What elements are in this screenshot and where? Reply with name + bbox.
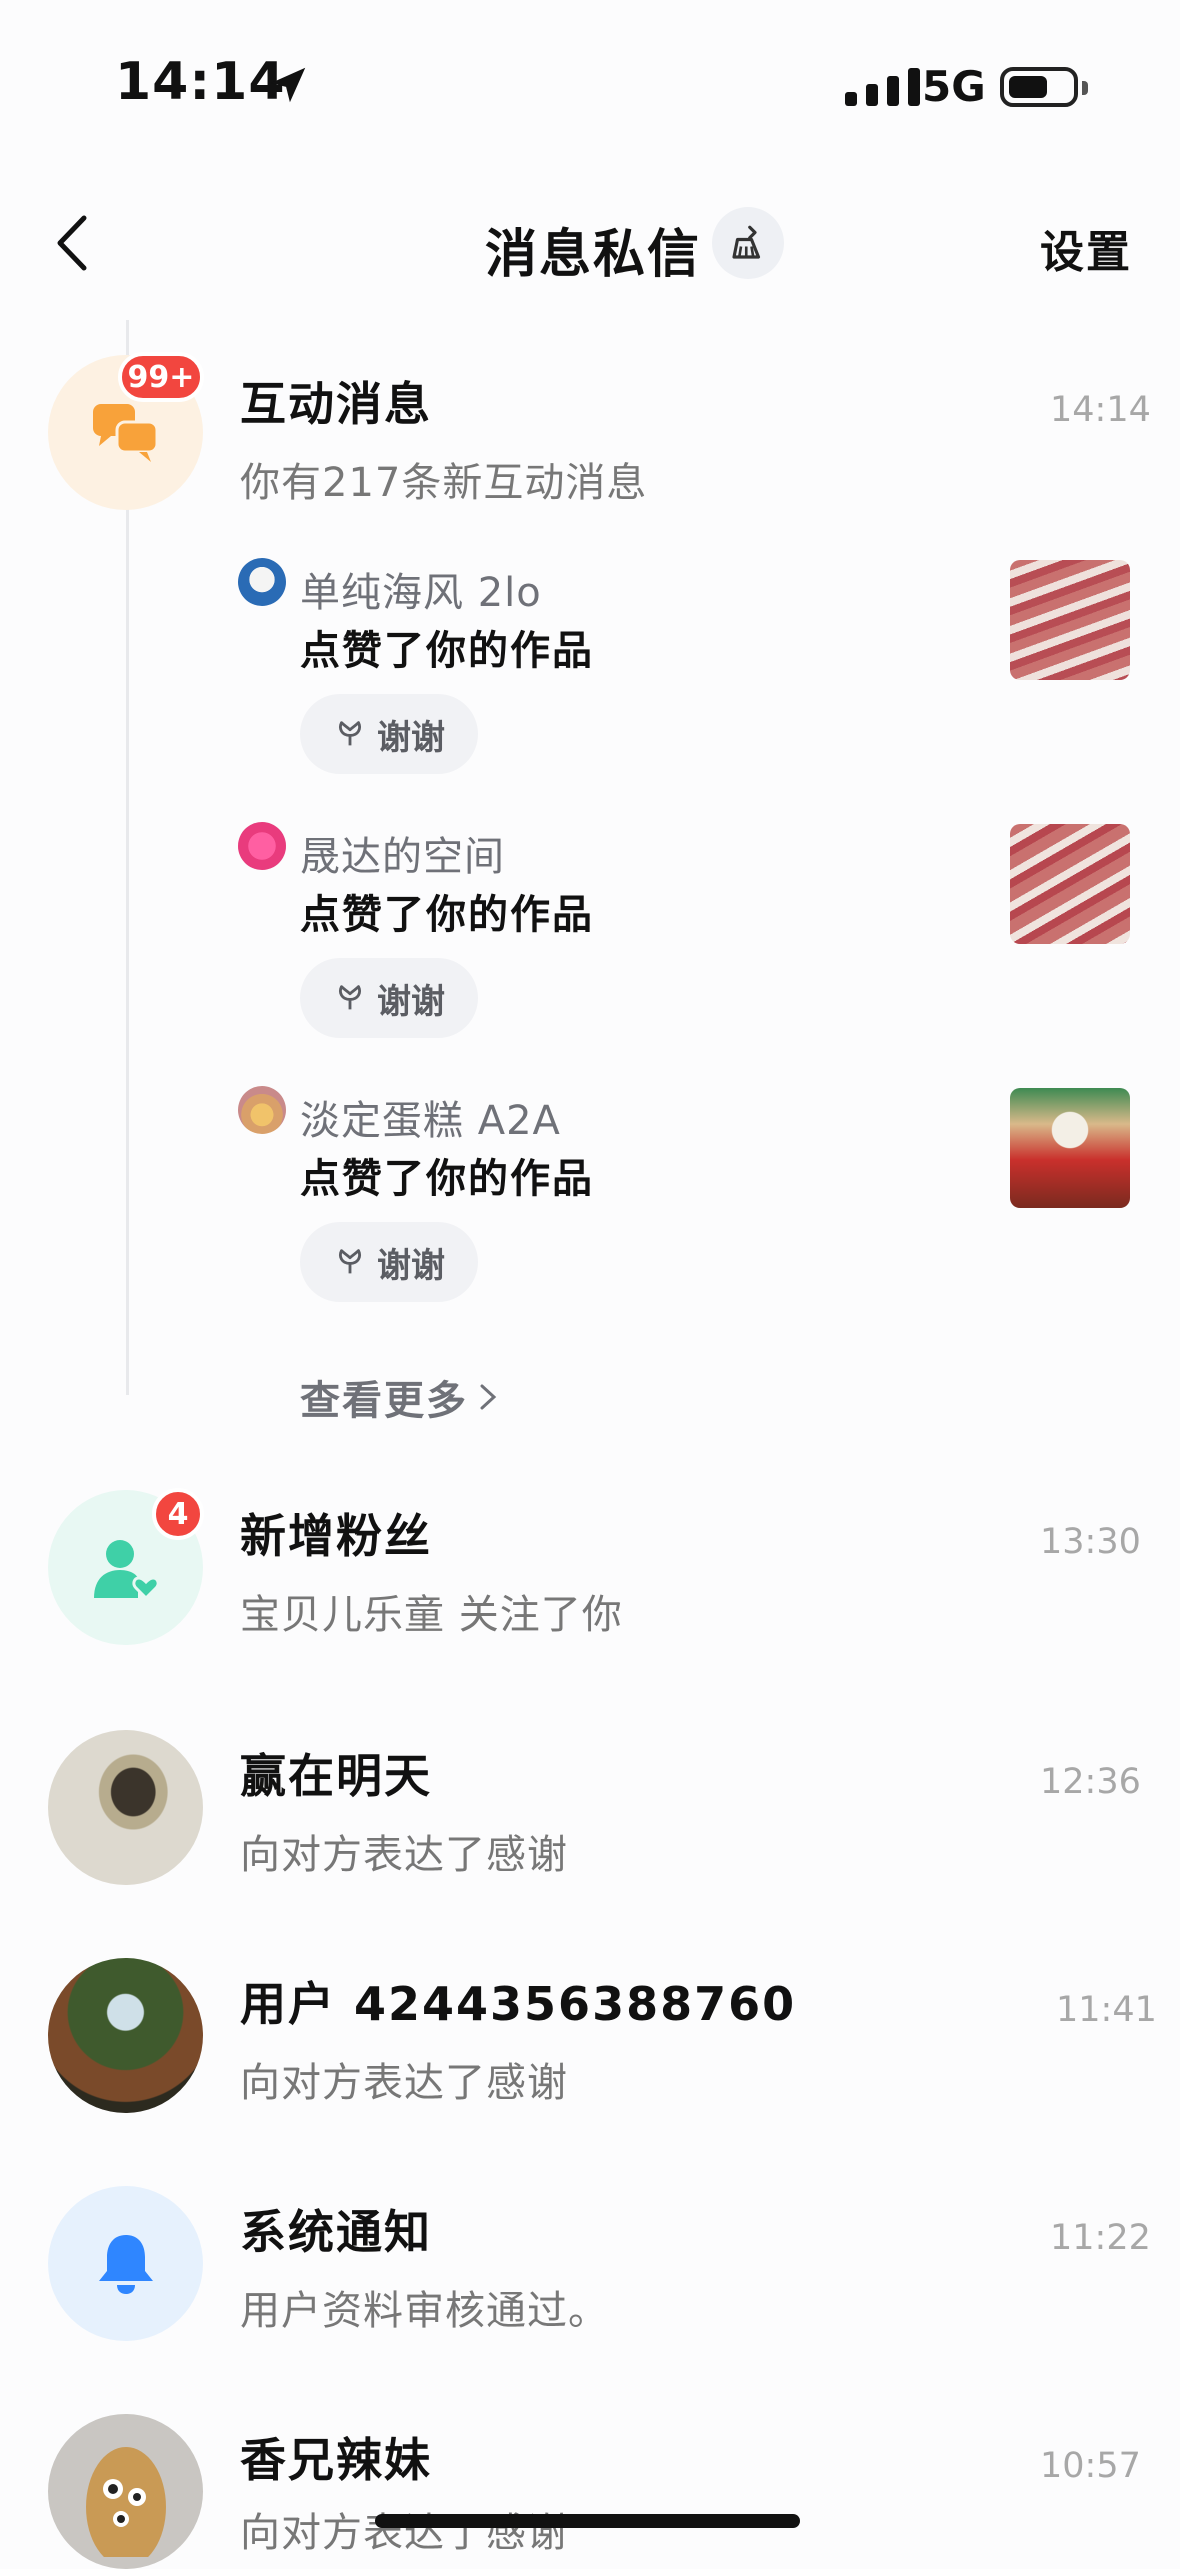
conversation-time: 11:22 bbox=[1050, 2218, 1151, 2258]
thanks-button[interactable]: 谢谢 bbox=[300, 1222, 478, 1302]
chevron-right-icon bbox=[480, 1384, 497, 1410]
like-action-text: 点赞了你的作品 bbox=[300, 892, 594, 938]
home-indicator[interactable] bbox=[375, 2514, 800, 2528]
liker-name[interactable]: 淡定蛋糕 A2A bbox=[300, 1088, 561, 1146]
conversation-time: 11:41 bbox=[1056, 1990, 1157, 2030]
conversation-time: 13:30 bbox=[1040, 1522, 1141, 1562]
conversation-name[interactable]: 用户 4244356388760 bbox=[240, 1968, 796, 2034]
flower-icon bbox=[339, 1249, 361, 1274]
conversation-name[interactable]: 赢在明天 bbox=[240, 1740, 432, 1806]
cartoon-peanut-image bbox=[85, 2446, 166, 2557]
user-avatar[interactable] bbox=[48, 1958, 203, 2113]
thanks-label: 谢谢 bbox=[377, 981, 445, 1022]
interaction-time: 14:14 bbox=[1050, 390, 1151, 430]
back-icon[interactable] bbox=[40, 208, 110, 278]
user-avatar[interactable] bbox=[48, 2414, 203, 2569]
conversation-name[interactable]: 新增粉丝 bbox=[240, 1500, 432, 1566]
like-action-text: 点赞了你的作品 bbox=[300, 628, 594, 674]
post-thumbnail[interactable] bbox=[1010, 824, 1130, 944]
network-type: 5G bbox=[922, 62, 986, 111]
like-action-text: 点赞了你的作品 bbox=[300, 1156, 594, 1202]
thanks-label: 谢谢 bbox=[377, 1245, 445, 1286]
view-more-link[interactable]: 查看更多 bbox=[300, 1368, 500, 1426]
battery-icon bbox=[1000, 67, 1088, 107]
status-time: 14:14 bbox=[115, 52, 286, 112]
liker-name[interactable]: 单纯海风 2lo bbox=[300, 560, 542, 618]
liker-name[interactable]: 晟达的空间 bbox=[300, 824, 505, 882]
interaction-title[interactable]: 互动消息 bbox=[240, 368, 432, 434]
flower-icon bbox=[339, 721, 361, 746]
clear-unread-button[interactable] bbox=[712, 207, 784, 279]
conversation-time: 12:36 bbox=[1040, 1762, 1141, 1802]
conversation-preview: 用户资料审核通过。 bbox=[240, 2288, 609, 2334]
conversation-preview: 向对方表达了感谢 bbox=[240, 2510, 568, 2556]
signal-icon bbox=[845, 68, 920, 106]
user-avatar[interactable] bbox=[48, 1730, 203, 1885]
liker-avatar[interactable] bbox=[238, 822, 286, 870]
thanks-label: 谢谢 bbox=[377, 717, 445, 758]
unread-badge: 4 bbox=[152, 1488, 204, 1540]
view-more-label: 查看更多 bbox=[300, 1378, 468, 1424]
conversation-name[interactable]: 香兄辣妹 bbox=[240, 2424, 432, 2490]
conversation-preview: 向对方表达了感谢 bbox=[240, 1832, 568, 1878]
thanks-button[interactable]: 谢谢 bbox=[300, 694, 478, 774]
interaction-subtitle: 你有217条新互动消息 bbox=[240, 460, 648, 506]
post-thumbnail[interactable] bbox=[1010, 560, 1130, 680]
flower-icon bbox=[339, 985, 361, 1010]
liker-avatar[interactable] bbox=[238, 558, 286, 606]
conversation-name[interactable]: 系统通知 bbox=[240, 2196, 432, 2262]
location-arrow-icon bbox=[270, 67, 306, 103]
unread-badge: 99+ bbox=[118, 352, 204, 402]
chat-bubbles-icon bbox=[92, 403, 158, 462]
page-title: 消息私信 bbox=[485, 225, 702, 285]
broom-icon bbox=[732, 225, 761, 259]
conversation-preview: 宝贝儿乐童 关注了你 bbox=[240, 1592, 623, 1638]
post-thumbnail[interactable] bbox=[1010, 1088, 1130, 1208]
bell-icon bbox=[98, 2234, 153, 2294]
conversation-time: 10:57 bbox=[1040, 2446, 1141, 2486]
user-heart-icon bbox=[93, 1539, 160, 1600]
thanks-button[interactable]: 谢谢 bbox=[300, 958, 478, 1038]
liker-avatar[interactable] bbox=[238, 1086, 286, 1134]
settings-button[interactable]: 设置 bbox=[1040, 216, 1132, 280]
system-avatar[interactable] bbox=[48, 2186, 203, 2341]
conversation-preview: 向对方表达了感谢 bbox=[240, 2060, 568, 2106]
